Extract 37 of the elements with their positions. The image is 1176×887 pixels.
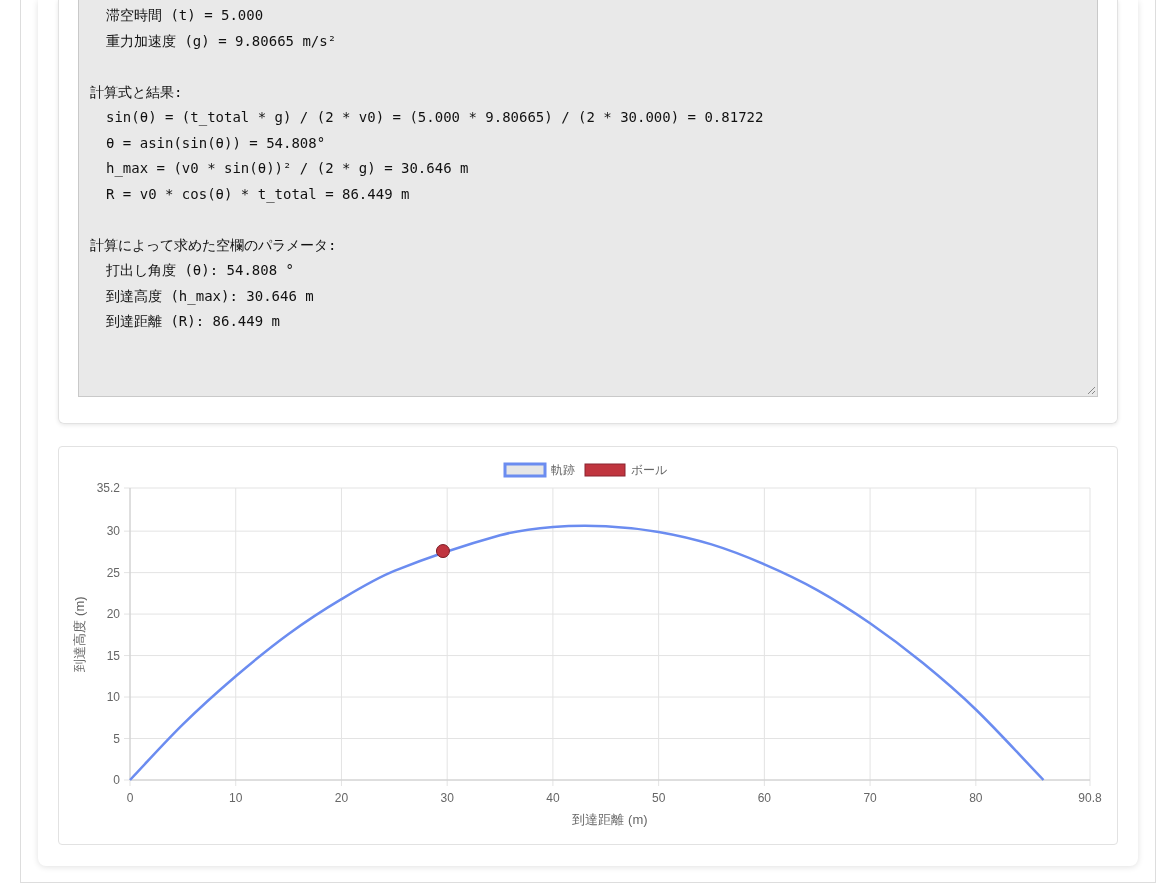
y-axis-tick-label: 15 [106, 648, 120, 663]
section-heading: 計算によって求めた空欄のパラメータ: [90, 235, 338, 255]
x-axis-tick-label: 30 [440, 791, 454, 805]
legend-label[interactable]: ボール [631, 463, 667, 477]
x-axis-title: 到達距離 (m) [572, 812, 648, 827]
y-axis-tick-label: 20 [106, 607, 120, 622]
x-axis-tick-label: 60 [757, 791, 772, 805]
legend-label[interactable]: 軌跡 [551, 463, 575, 477]
x-axis-tick-label: 40 [546, 791, 560, 805]
result-line: h_max = (v0 * sin(θ))² / (2 * g) = 30.646 m [105, 159, 470, 179]
legend-swatch[interactable] [584, 463, 626, 477]
result-line: 重力加速度 (g) = 9.80665 m/s² [105, 31, 338, 51]
x-axis-tick-label: 20 [334, 791, 349, 805]
y-axis-tick-label: 10 [106, 690, 120, 705]
y-axis-tick-label: 5 [113, 731, 120, 746]
x-axis-tick-label: 70 [863, 791, 877, 805]
section-heading: 計算式と結果: [90, 82, 184, 102]
x-axis-tick-label: 80 [969, 791, 983, 805]
y-axis-title: 到達高度 (m) [72, 596, 87, 672]
x-axis-tick-label: 10 [229, 791, 243, 805]
result-line: 打出し角度 (θ): 54.808 ° [105, 261, 295, 280]
y-axis-tick-label: 0 [113, 773, 120, 787]
x-axis-tick-label: 90.8 [1078, 791, 1102, 805]
result-line: R = v0 * cos(θ) * t_total = 86.449 m [105, 184, 411, 205]
result-line: 到達距離 (R): 86.449 m [105, 312, 281, 331]
result-text-area[interactable] [78, 0, 1098, 397]
resize-grip-icon[interactable] [1086, 385, 1096, 395]
y-axis-tick-label: 25 [106, 565, 120, 580]
x-axis-tick-label: 0 [126, 791, 134, 805]
result-line: 滞空時間 (t) = 5.000 [105, 6, 265, 25]
y-axis-tick-label: 30 [106, 524, 120, 539]
result-line: θ = asin(sin(θ)) = 54.808° [105, 133, 327, 153]
y-axis-tick-label: 35.2 [96, 481, 120, 495]
result-line: 到達高度 (h_max): 30.646 m [105, 286, 315, 307]
legend-swatch[interactable] [503, 462, 547, 478]
result-line: sin(θ) = (t_total * g) / (2 * v0) = (5.000 * 9.80665) / (2 * 30.000) = 0.81722 [105, 108, 765, 128]
x-axis-tick-label: 50 [651, 791, 666, 805]
